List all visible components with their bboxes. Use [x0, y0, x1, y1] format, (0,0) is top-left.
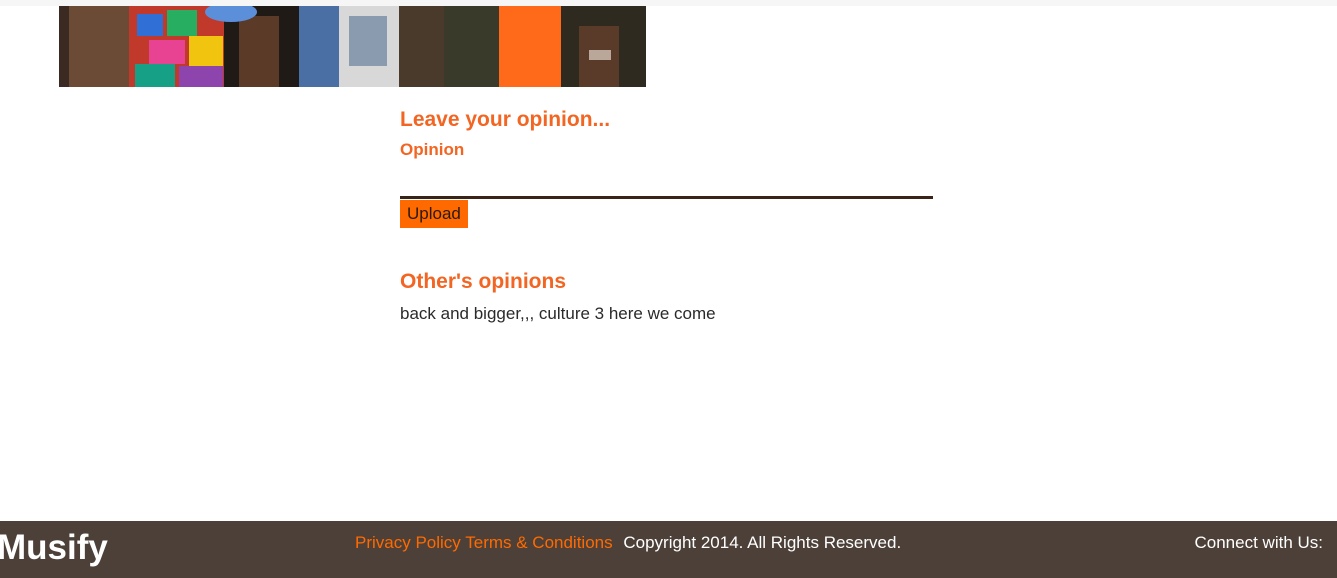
brand-logo[interactable]: Musify [0, 527, 108, 569]
footer: Musify Privacy Policy Terms & Conditions… [0, 521, 1337, 578]
upload-button[interactable]: Upload [400, 200, 468, 228]
others-opinions-section: Other's opinions back and bigger,,, cult… [400, 268, 1000, 324]
others-opinions-heading: Other's opinions [400, 270, 567, 293]
privacy-policy-link[interactable]: Privacy Policy [355, 533, 461, 552]
copyright-text: Copyright 2014. All Rights Reserved. [623, 533, 902, 552]
terms-conditions-link[interactable]: Terms & Conditions [465, 533, 612, 552]
opinion-field-label: Opinion [400, 140, 465, 159]
footer-links: Privacy Policy Terms & Conditions Copyri… [355, 532, 901, 554]
opinion-input[interactable] [400, 165, 933, 199]
leave-opinion-section: Leave your opinion... Opinion Upload [400, 106, 933, 228]
leave-opinion-heading: Leave your opinion... [400, 108, 611, 131]
connect-with-us-label: Connect with Us: [1194, 533, 1324, 552]
hero-image [59, 6, 646, 87]
opinion-item: back and bigger,,, culture 3 here we com… [400, 304, 716, 323]
hero-photo [59, 6, 646, 87]
